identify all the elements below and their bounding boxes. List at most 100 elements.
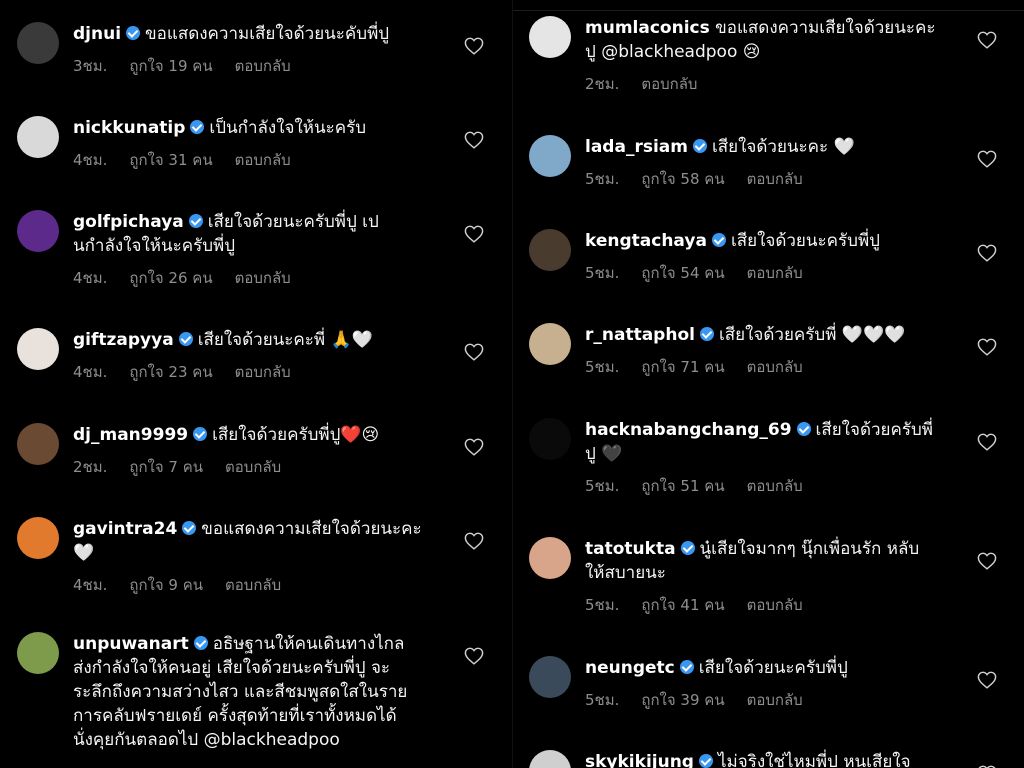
avatar[interactable] bbox=[17, 632, 59, 674]
likes-count-link[interactable]: ถูกใจ 41 คน bbox=[641, 596, 724, 614]
likes-count-link[interactable]: ถูกใจ 9 คน bbox=[129, 576, 203, 594]
likes-count-link[interactable]: ถูกใจ 7 คน bbox=[129, 458, 203, 476]
comment-body: neungetc เสียใจด้วยนะครับพี่ปู 5ชม. ถูกใจ 3… bbox=[585, 656, 953, 712]
avatar[interactable] bbox=[529, 418, 571, 460]
reply-button[interactable]: ตอบกลับ bbox=[747, 170, 803, 188]
reply-button[interactable]: ตอบกลับ bbox=[225, 576, 281, 594]
username-link[interactable]: lada_rsiam bbox=[585, 137, 688, 157]
heart-outline-icon[interactable] bbox=[464, 438, 484, 456]
comment-body: mumlaconics ขอแสดงความเสียใจด้วยนะคะ ปู @… bbox=[585, 16, 953, 96]
reply-button[interactable]: ตอบกลับ bbox=[747, 691, 803, 709]
avatar[interactable] bbox=[17, 423, 59, 465]
username-link[interactable]: unpuwanart bbox=[73, 634, 189, 654]
reply-button[interactable]: ตอบกลับ bbox=[235, 363, 291, 381]
username-link[interactable]: dj_man9999 bbox=[73, 425, 188, 445]
avatar[interactable] bbox=[17, 22, 59, 64]
comment-meta: 2ชม. ถูกใจ 7 คน ตอบกลับ bbox=[73, 455, 440, 479]
reply-button[interactable]: ตอบกลับ bbox=[747, 358, 803, 376]
comment-meta: 3ชม. ถูกใจ 19 คน ตอบกลับ bbox=[73, 54, 440, 78]
username-link[interactable]: gavintra24 bbox=[73, 519, 177, 539]
likes-count-link[interactable]: ถูกใจ 31 คน bbox=[129, 151, 212, 169]
likes-count-link[interactable]: ถูกใจ 58 คน bbox=[641, 170, 724, 188]
heart-outline-icon[interactable] bbox=[464, 647, 484, 665]
comment-text: ขอแสดงความเสียใจด้วยนะคะ bbox=[201, 519, 422, 539]
avatar[interactable] bbox=[529, 323, 571, 365]
heart-outline-icon[interactable] bbox=[464, 37, 484, 55]
heart-outline-icon[interactable] bbox=[977, 338, 997, 356]
avatar[interactable] bbox=[529, 135, 571, 177]
reply-button[interactable]: ตอบกลับ bbox=[235, 269, 291, 287]
heart-outline-icon[interactable] bbox=[977, 552, 997, 570]
reply-button[interactable]: ตอบกลับ bbox=[235, 151, 291, 169]
comment-time: 5ชม. bbox=[585, 691, 620, 709]
comment-meta: 5ชม. ถูกใจ 58 คน ตอบกลับ bbox=[585, 167, 953, 191]
verified-badge-icon bbox=[711, 233, 726, 247]
username-link[interactable]: djnui bbox=[73, 24, 121, 44]
comment-line: unpuwanart อธิษฐานให้คนเดินทางไกล bbox=[73, 632, 440, 656]
username-link[interactable]: hacknabangchang_69 bbox=[585, 420, 792, 440]
comment-text: ระลึกถึงความสว่างไสว และสีชมพูสดใสในราย bbox=[73, 682, 408, 702]
comment-text: ปู 🖤 bbox=[585, 444, 623, 464]
comment-time: 4ชม. bbox=[73, 151, 108, 169]
reply-button[interactable]: ตอบกลับ bbox=[747, 477, 803, 495]
likes-count-link[interactable]: ถูกใจ 19 คน bbox=[129, 57, 212, 75]
avatar[interactable] bbox=[529, 16, 571, 58]
likes-count-link[interactable]: ถูกใจ 71 คน bbox=[641, 358, 724, 376]
avatar[interactable] bbox=[17, 517, 59, 559]
verified-badge-icon bbox=[699, 327, 714, 341]
reply-button[interactable]: ตอบกลับ bbox=[235, 57, 291, 75]
comment-text: ปู @blackheadpoo 😢 bbox=[585, 42, 761, 62]
avatar[interactable] bbox=[529, 656, 571, 698]
username-link[interactable]: neungetc bbox=[585, 658, 675, 678]
avatar[interactable] bbox=[529, 750, 571, 768]
avatar[interactable] bbox=[529, 229, 571, 271]
heart-outline-icon[interactable] bbox=[464, 225, 484, 243]
comment-line: ปู @blackheadpoo 😢 bbox=[585, 40, 953, 64]
likes-count-link[interactable]: ถูกใจ 54 คน bbox=[641, 264, 724, 282]
comment-text: 🤍 bbox=[73, 543, 95, 563]
heart-outline-icon[interactable] bbox=[977, 31, 997, 49]
avatar[interactable] bbox=[17, 210, 59, 252]
username-link[interactable]: kengtachaya bbox=[585, 231, 707, 251]
heart-outline-icon[interactable] bbox=[464, 532, 484, 550]
comment-meta: 4ชม. ถูกใจ 31 คน ตอบกลับ bbox=[73, 148, 440, 172]
username-link[interactable]: tatotukta bbox=[585, 539, 676, 559]
likes-count-link[interactable]: ถูกใจ 23 คน bbox=[129, 363, 212, 381]
comment-time: 4ชม. bbox=[73, 269, 108, 287]
comment-line: ส่งกำลังใจให้คนอยู่ เสียใจด้วยนะครับพี่ป… bbox=[73, 656, 440, 680]
reply-button[interactable]: ตอบกลับ bbox=[747, 264, 803, 282]
comment-time: 5ชม. bbox=[585, 170, 620, 188]
comment-line: 🤍 bbox=[73, 541, 440, 565]
comment-line: การคลับฟรายเดย์ ครั้งสุดท้ายที่เราทั้งหม… bbox=[73, 704, 440, 728]
heart-outline-icon[interactable] bbox=[977, 150, 997, 168]
heart-outline-icon[interactable] bbox=[464, 343, 484, 361]
avatar[interactable] bbox=[17, 328, 59, 370]
reply-button[interactable]: ตอบกลับ bbox=[225, 458, 281, 476]
verified-badge-icon bbox=[126, 26, 141, 40]
heart-outline-icon[interactable] bbox=[977, 244, 997, 262]
heart-outline-icon[interactable] bbox=[977, 433, 997, 451]
comment-body: nickkunatip เป็นกำลังใจให้นะครับ 4ชม. ถูกใจ… bbox=[73, 116, 440, 172]
comment-time: 2ชม. bbox=[73, 458, 108, 476]
comment-meta: 4ชม. ถูกใจ 26 คน ตอบกลับ bbox=[73, 266, 440, 290]
avatar[interactable] bbox=[529, 537, 571, 579]
comment-body: tatotukta นู๋เสียใจมากๆ นุ๊กเพื่อนรัก หลั… bbox=[585, 537, 953, 617]
comment-time: 5ชม. bbox=[585, 358, 620, 376]
heart-outline-icon[interactable] bbox=[977, 671, 997, 689]
reply-button[interactable]: ตอบกลับ bbox=[641, 75, 697, 93]
avatar[interactable] bbox=[17, 116, 59, 158]
comment-text: เสียใจด้วยนะครับพี่ปู เป bbox=[207, 212, 379, 232]
username-link[interactable]: mumlaconics bbox=[585, 18, 710, 38]
username-link[interactable]: nickkunatip bbox=[73, 118, 185, 138]
reply-button[interactable]: ตอบกลับ bbox=[747, 596, 803, 614]
heart-outline-icon[interactable] bbox=[464, 131, 484, 149]
comment-text: อธิษฐานให้คนเดินทางไกล bbox=[212, 634, 405, 654]
verified-badge-icon bbox=[796, 422, 811, 436]
username-link[interactable]: giftzapyya bbox=[73, 330, 174, 350]
likes-count-link[interactable]: ถูกใจ 51 คน bbox=[641, 477, 724, 495]
likes-count-link[interactable]: ถูกใจ 26 คน bbox=[129, 269, 212, 287]
username-link[interactable]: skykikijung bbox=[585, 752, 694, 768]
likes-count-link[interactable]: ถูกใจ 39 คน bbox=[641, 691, 724, 709]
username-link[interactable]: golfpichaya bbox=[73, 212, 184, 232]
username-link[interactable]: r_nattaphol bbox=[585, 325, 695, 345]
